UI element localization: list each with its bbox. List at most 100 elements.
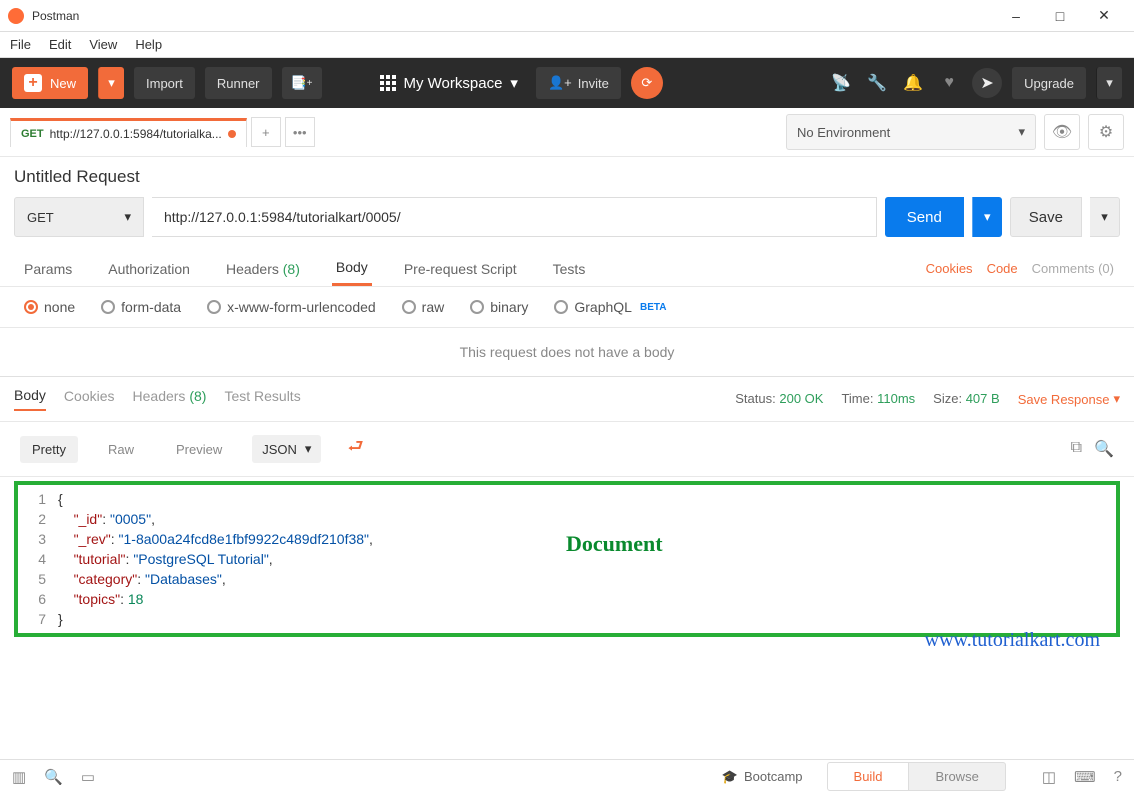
wrench-icon[interactable]: 🔧 bbox=[864, 70, 890, 96]
resp-tab-cookies[interactable]: Cookies bbox=[64, 388, 115, 410]
tab-headers-count: (8) bbox=[283, 261, 300, 277]
tab-headers[interactable]: Headers (8) bbox=[222, 253, 304, 285]
body-binary-radio[interactable]: binary bbox=[470, 299, 528, 315]
body-formdata-label: form-data bbox=[121, 299, 181, 315]
invite-label: Invite bbox=[578, 76, 609, 91]
environment-preview-button[interactable]: 👁 bbox=[1044, 114, 1080, 150]
body-type-row: none form-data x-www-form-urlencoded raw… bbox=[0, 287, 1134, 328]
menu-help[interactable]: Help bbox=[135, 37, 162, 52]
environment-settings-button[interactable]: ⚙ bbox=[1088, 114, 1124, 150]
view-raw[interactable]: Raw bbox=[96, 436, 146, 463]
chevron-down-icon: ▾ bbox=[510, 74, 518, 92]
save-dropdown[interactable]: ▾ bbox=[1090, 197, 1120, 237]
size-label: Size: 407 B bbox=[933, 391, 1000, 407]
sync-button[interactable]: ⟳ bbox=[631, 67, 663, 99]
upgrade-button[interactable]: Upgrade bbox=[1012, 67, 1086, 99]
new-dropdown[interactable]: ▾ bbox=[98, 67, 124, 99]
body-urlencoded-radio[interactable]: x-www-form-urlencoded bbox=[207, 299, 376, 315]
body-raw-radio[interactable]: raw bbox=[402, 299, 445, 315]
chevron-down-icon: ▾ bbox=[1018, 124, 1025, 140]
person-plus-icon: 👤+ bbox=[548, 75, 572, 91]
bootcamp-link[interactable]: 🎓Bootcamp bbox=[722, 769, 803, 785]
bell-icon[interactable]: 🔔 bbox=[900, 70, 926, 96]
copy-icon[interactable]: ⧉ bbox=[1071, 439, 1082, 459]
keyboard-icon[interactable]: ⌨ bbox=[1074, 768, 1096, 786]
tab-menu-button[interactable]: ••• bbox=[285, 117, 315, 147]
rocket-icon[interactable]: ➤ bbox=[972, 68, 1002, 98]
tab-env-row: GET http://127.0.0.1:5984/tutorialka... … bbox=[0, 108, 1134, 157]
cookies-link[interactable]: Cookies bbox=[926, 261, 973, 276]
save-button[interactable]: Save bbox=[1010, 197, 1082, 237]
body-raw-label: raw bbox=[422, 299, 445, 315]
annotation-document: Document bbox=[566, 531, 663, 557]
window-minimize-button[interactable]: – bbox=[994, 1, 1038, 31]
request-name[interactable]: Untitled Request bbox=[0, 157, 1134, 197]
watermark-text: www.tutorialkart.com bbox=[925, 629, 1100, 652]
view-preview[interactable]: Preview bbox=[164, 436, 234, 463]
tab-prerequest[interactable]: Pre-request Script bbox=[400, 253, 521, 285]
body-graphql-label: GraphQL bbox=[574, 299, 632, 315]
save-response-button[interactable]: Save Response ▾ bbox=[1018, 391, 1120, 407]
sidebar-toggle-icon[interactable]: ▥ bbox=[12, 768, 26, 786]
url-input[interactable] bbox=[152, 197, 877, 237]
window-maximize-button[interactable]: □ bbox=[1038, 1, 1082, 31]
add-tab-button[interactable]: + bbox=[251, 117, 281, 147]
console-icon[interactable]: ▭ bbox=[81, 768, 95, 786]
menu-view[interactable]: View bbox=[89, 37, 117, 52]
build-tab[interactable]: Build bbox=[827, 762, 910, 791]
json-code[interactable]: 1{ 2 "_id": "0005", 3 "_rev": "1-8a00a24… bbox=[18, 485, 1116, 633]
body-formdata-radio[interactable]: form-data bbox=[101, 299, 181, 315]
response-body: 1{ 2 "_id": "0005", 3 "_rev": "1-8a00a24… bbox=[14, 481, 1120, 637]
grid-icon bbox=[380, 75, 396, 91]
heart-icon[interactable]: ♥ bbox=[936, 70, 962, 96]
body-none-radio[interactable]: none bbox=[24, 299, 75, 315]
tab-method: GET bbox=[21, 128, 44, 140]
search-icon[interactable]: 🔍 bbox=[1094, 439, 1114, 459]
env-label: No Environment bbox=[797, 125, 890, 140]
tab-authorization[interactable]: Authorization bbox=[104, 253, 194, 285]
menu-edit[interactable]: Edit bbox=[49, 37, 71, 52]
new-label: New bbox=[50, 76, 76, 91]
workspace-selector[interactable]: My Workspace ▾ bbox=[372, 74, 526, 92]
tab-body[interactable]: Body bbox=[332, 251, 372, 286]
two-pane-icon[interactable]: ◫ bbox=[1042, 768, 1056, 786]
menu-file[interactable]: File bbox=[10, 37, 31, 52]
request-subtabs: Params Authorization Headers (8) Body Pr… bbox=[0, 245, 1134, 287]
upgrade-dropdown[interactable]: ▾ bbox=[1096, 67, 1122, 99]
help-icon[interactable]: ? bbox=[1114, 768, 1122, 785]
browse-tab[interactable]: Browse bbox=[909, 762, 1005, 791]
chevron-down-icon: ▾ bbox=[1113, 391, 1120, 407]
code-link[interactable]: Code bbox=[987, 261, 1018, 276]
resp-tab-tests[interactable]: Test Results bbox=[224, 388, 300, 410]
view-pretty[interactable]: Pretty bbox=[20, 436, 78, 463]
request-tab-active[interactable]: GET http://127.0.0.1:5984/tutorialka... bbox=[10, 118, 247, 147]
wrap-lines-button[interactable]: ⮐ bbox=[339, 430, 371, 468]
method-select[interactable]: GET▾ bbox=[14, 197, 144, 237]
sync-icon: ⟳ bbox=[641, 75, 652, 91]
beta-badge: BETA bbox=[640, 302, 666, 313]
invite-button[interactable]: 👤+ Invite bbox=[536, 67, 621, 99]
satellite-icon[interactable]: 📡 bbox=[828, 70, 854, 96]
body-urlen-label: x-www-form-urlencoded bbox=[227, 299, 376, 315]
new-button[interactable]: + New bbox=[12, 67, 88, 99]
comments-link[interactable]: Comments (0) bbox=[1032, 261, 1114, 276]
runner-button[interactable]: Runner bbox=[205, 67, 272, 99]
response-tabs: Body Cookies Headers (8) Test Results St… bbox=[0, 377, 1134, 422]
body-graphql-radio[interactable]: GraphQL BETA bbox=[554, 299, 666, 315]
tab-url: http://127.0.0.1:5984/tutorialka... bbox=[50, 127, 222, 141]
format-select[interactable]: JSON▾ bbox=[252, 435, 321, 463]
resp-tab-headers[interactable]: Headers (8) bbox=[133, 388, 207, 410]
plus-icon: + bbox=[24, 74, 42, 92]
environment-select[interactable]: No Environment ▾ bbox=[786, 114, 1036, 150]
capture-button[interactable]: 📑+ bbox=[282, 67, 322, 99]
tab-params[interactable]: Params bbox=[20, 253, 76, 285]
resp-tab-body[interactable]: Body bbox=[14, 387, 46, 411]
window-close-button[interactable]: ✕ bbox=[1082, 1, 1126, 31]
send-dropdown[interactable]: ▾ bbox=[972, 197, 1002, 237]
send-button[interactable]: Send bbox=[885, 197, 964, 237]
tab-tests[interactable]: Tests bbox=[549, 253, 590, 285]
resp-headers-count: (8) bbox=[189, 388, 206, 404]
import-button[interactable]: Import bbox=[134, 67, 195, 99]
main-toolbar: + New ▾ Import Runner 📑+ My Workspace ▾ 👤… bbox=[0, 58, 1134, 108]
find-icon[interactable]: 🔍 bbox=[44, 768, 63, 786]
